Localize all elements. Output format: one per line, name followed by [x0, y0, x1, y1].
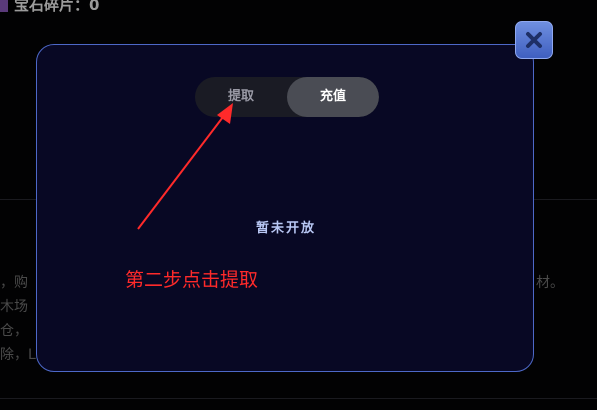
- background-text-line: ，购: [0, 275, 28, 291]
- empty-state-message: 暂未开放: [255, 221, 316, 236]
- background-divider-bottom: [0, 398, 597, 399]
- close-button[interactable]: [515, 21, 553, 59]
- annotation-text: 第二步点击提取: [125, 269, 259, 291]
- background-text-line: 木场: [0, 299, 28, 315]
- close-icon: [525, 31, 543, 49]
- background-text-line: 仓，: [0, 323, 28, 339]
- background-text-line: 材。: [536, 275, 564, 291]
- tab-recharge[interactable]: 充值: [287, 77, 379, 117]
- tab-switcher: 提取 充值: [195, 77, 379, 117]
- gem-icon: [0, 0, 8, 12]
- gem-fragment-count: 宝石碎片：0: [0, 0, 99, 15]
- tab-withdraw[interactable]: 提取: [195, 77, 287, 117]
- withdraw-recharge-dialog: 提取 充值 暂未开放: [36, 44, 534, 372]
- screen: 宝石碎片：0 ，购 木场 仓， 除，L 材。 提取 充值 暂未开放 第二步点击提…: [0, 0, 597, 410]
- background-text-line: 除，L: [0, 347, 36, 363]
